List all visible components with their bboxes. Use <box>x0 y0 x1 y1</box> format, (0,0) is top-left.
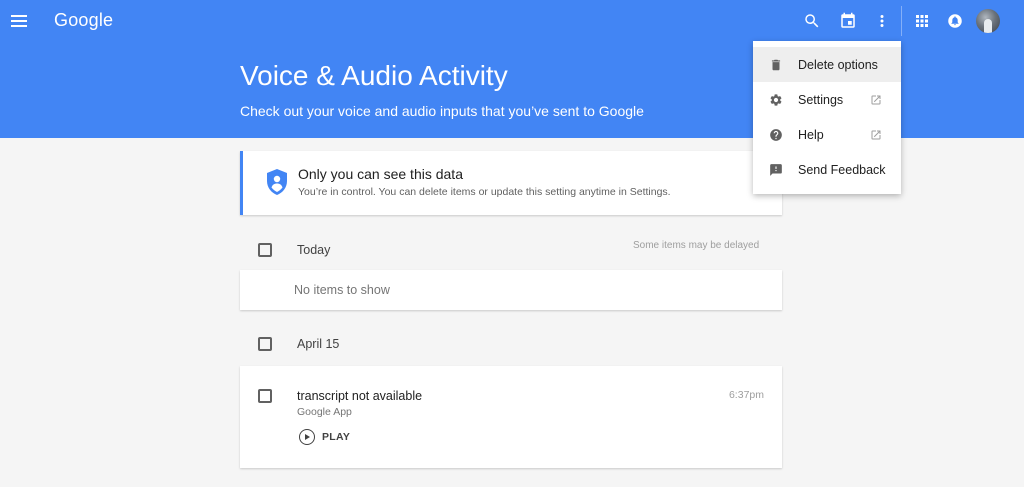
privacy-description: You’re in control. You can delete items … <box>298 186 671 198</box>
gear-icon <box>769 93 783 107</box>
external-link-icon <box>870 93 882 105</box>
item-time: 6:37pm <box>728 389 764 401</box>
shield-icon <box>265 168 289 196</box>
empty-state-text: No items to show <box>294 283 390 297</box>
item-source: Google App <box>297 406 352 418</box>
section-header-april-15: April 15 <box>297 337 340 351</box>
menu-item-label: Send Feedback <box>798 163 886 177</box>
google-logo[interactable]: Google <box>54 10 113 31</box>
menu-item-label: Help <box>798 128 824 142</box>
item-checkbox[interactable] <box>258 389 272 403</box>
today-checkbox[interactable] <box>258 243 272 257</box>
external-link-icon <box>870 128 882 140</box>
avatar[interactable] <box>976 9 1000 33</box>
page-subtitle: Check out your voice and audio inputs th… <box>240 103 644 119</box>
delayed-note: Some items may be delayed <box>633 240 760 251</box>
notifications-icon[interactable] <box>943 9 967 33</box>
play-button[interactable]: PLAY <box>299 428 350 446</box>
menu-icon[interactable] <box>8 10 30 32</box>
header-divider <box>901 6 902 36</box>
trash-icon <box>769 58 783 72</box>
empty-card: No items to show <box>240 270 782 310</box>
menu-item-delete-options[interactable]: Delete options <box>753 47 901 82</box>
play-label: PLAY <box>322 431 351 443</box>
play-icon <box>299 429 315 445</box>
menu-item-settings[interactable]: Settings <box>753 82 901 117</box>
menu-item-label: Delete options <box>798 58 878 72</box>
calendar-icon[interactable] <box>836 9 860 33</box>
feedback-icon <box>769 163 783 177</box>
april-15-checkbox[interactable] <box>258 337 272 351</box>
help-icon <box>769 128 783 142</box>
menu-item-send-feedback[interactable]: Send Feedback <box>753 152 901 187</box>
privacy-card: Only you can see this data You’re in con… <box>240 151 782 215</box>
overflow-menu: Delete options Settings Help Send Feedba… <box>753 41 901 194</box>
menu-item-label: Settings <box>798 93 844 107</box>
menu-item-help[interactable]: Help <box>753 117 901 152</box>
activity-item-card[interactable]: transcript not available Google App 6:37… <box>240 366 782 468</box>
item-title: transcript not available <box>297 389 423 403</box>
page-title: Voice & Audio Activity <box>240 60 508 91</box>
section-header-today: Today <box>297 243 331 257</box>
privacy-title: Only you can see this data <box>298 166 463 182</box>
search-icon[interactable] <box>800 9 824 33</box>
apps-grid-icon[interactable] <box>910 9 934 33</box>
more-vert-icon[interactable] <box>870 9 894 33</box>
